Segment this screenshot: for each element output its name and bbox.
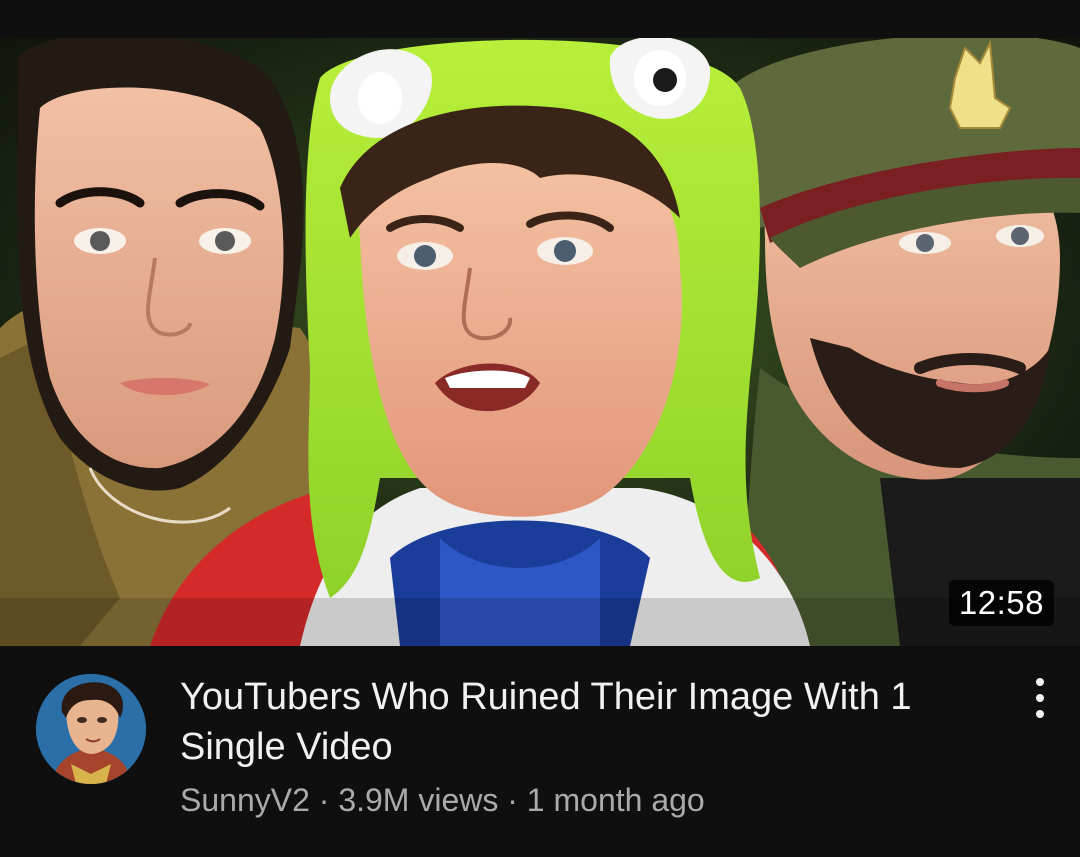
- video-metadata: SunnyV2 · 3.9M views · 1 month ago: [180, 782, 705, 819]
- right-person-figure: [729, 38, 1080, 646]
- video-thumbnail[interactable]: 12:58: [0, 38, 1080, 646]
- video-details: YouTubers Who Ruined Their Image With 1 …: [0, 646, 1080, 857]
- upload-age: 1 month ago: [526, 782, 705, 818]
- thumbnail-artwork: [0, 38, 1080, 646]
- more-vertical-icon: [1036, 694, 1044, 702]
- video-title[interactable]: YouTubers Who Ruined Their Image With 1 …: [180, 672, 980, 772]
- channel-name[interactable]: SunnyV2: [180, 782, 310, 818]
- video-card: 12:58 YouTubers Who Ruined Their Image W…: [0, 0, 1080, 857]
- view-count: 3.9M views: [338, 782, 499, 818]
- channel-avatar[interactable]: [36, 674, 146, 784]
- meta-separator: ·: [507, 782, 518, 818]
- more-options-button[interactable]: [1026, 676, 1054, 720]
- duration-badge: 12:58: [948, 580, 1054, 626]
- avatar-portrait-icon: [36, 674, 146, 784]
- more-vertical-icon: [1036, 710, 1044, 718]
- more-vertical-icon: [1036, 678, 1044, 686]
- meta-separator: ·: [318, 782, 330, 818]
